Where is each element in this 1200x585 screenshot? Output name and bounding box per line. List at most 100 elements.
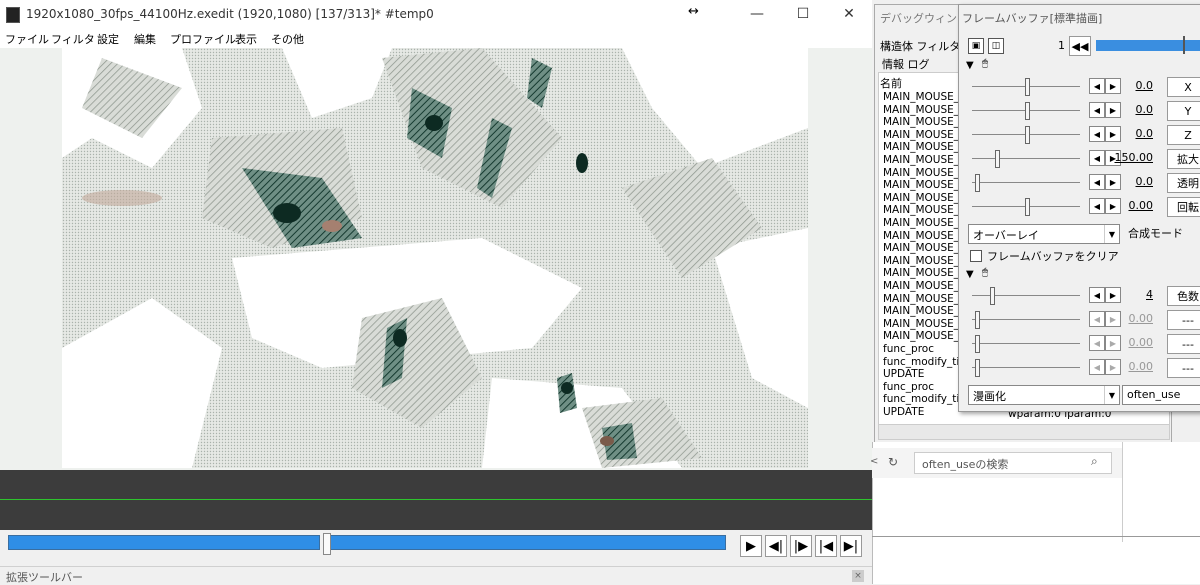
refresh-icon[interactable]: ↻ bbox=[888, 455, 898, 469]
preset-select[interactable]: often_use bbox=[1122, 385, 1200, 405]
log-line[interactable]: MAIN_MOUSE_N bbox=[883, 267, 967, 279]
effect-select[interactable]: 漫画化 ▼ bbox=[968, 385, 1120, 405]
param-value[interactable]: 0.0 bbox=[1113, 79, 1154, 92]
maximize-button[interactable]: ☐ bbox=[780, 0, 826, 28]
jump-start-button[interactable]: |◀ bbox=[815, 535, 837, 557]
log-line[interactable]: MAIN_MOUSE_N bbox=[883, 129, 967, 141]
decrement-button[interactable]: ◀ bbox=[1089, 150, 1105, 166]
param-value[interactable]: 0.0 bbox=[1113, 127, 1154, 140]
slider-thumb[interactable] bbox=[975, 311, 980, 329]
param-name-button[interactable]: 透明 bbox=[1167, 173, 1200, 193]
blend-mode-select[interactable]: オーバーレイ ▼ bbox=[968, 224, 1120, 244]
log-line[interactable]: MAIN_MOUSE_N bbox=[883, 255, 967, 267]
param-name-button[interactable]: 拡大 bbox=[1167, 149, 1200, 169]
decrement-button[interactable]: ◀ bbox=[1089, 78, 1105, 94]
decrement-button[interactable]: ◀ bbox=[1089, 359, 1105, 375]
log-line[interactable]: MAIN_MOUSE_N bbox=[883, 154, 967, 166]
decrement-button[interactable]: ◀ bbox=[1089, 126, 1105, 142]
slider-thumb[interactable] bbox=[990, 287, 995, 305]
log-line[interactable]: func_modify_titl bbox=[883, 356, 966, 368]
param-name-button[interactable]: Y bbox=[1167, 101, 1200, 121]
group-collapse-icon-2[interactable]: ▼ bbox=[966, 269, 974, 280]
clear-framebuffer-checkbox[interactable] bbox=[970, 250, 982, 262]
param-name-button[interactable]: --- bbox=[1167, 334, 1200, 354]
slider-thumb[interactable] bbox=[1025, 78, 1030, 96]
decrement-button[interactable]: ◀ bbox=[1089, 102, 1105, 118]
menu-edit[interactable]: 編集 bbox=[134, 31, 156, 47]
next-frame-button[interactable]: |▶ bbox=[790, 535, 812, 557]
menu-profile[interactable]: プロファイル bbox=[170, 31, 236, 47]
param-name-button[interactable]: --- bbox=[1167, 310, 1200, 330]
slider-thumb[interactable] bbox=[975, 359, 980, 377]
param-value[interactable]: 150.00 bbox=[1113, 151, 1154, 164]
play-button[interactable]: ▶ bbox=[740, 535, 762, 557]
log-line[interactable]: MAIN_MOUSE_N bbox=[883, 330, 967, 342]
log-line[interactable]: MAIN_MOUSE_N bbox=[883, 318, 967, 330]
slider-track[interactable] bbox=[972, 158, 1080, 159]
slider-thumb[interactable] bbox=[1025, 198, 1030, 216]
log-line[interactable]: func_modify_titl bbox=[883, 393, 966, 405]
slider-track[interactable] bbox=[972, 295, 1080, 296]
log-line[interactable]: MAIN_MOUSE_N bbox=[883, 141, 967, 153]
log-line[interactable]: MAIN_MOUSE_N bbox=[883, 242, 967, 254]
log-line[interactable]: MAIN_MOUSE_N bbox=[883, 104, 967, 116]
search-icon[interactable]: ⌕ bbox=[1091, 454, 1098, 469]
param-value[interactable]: 0.00 bbox=[1113, 312, 1154, 325]
param-name-button[interactable]: 色数 bbox=[1167, 286, 1200, 306]
param-value[interactable]: 0.00 bbox=[1113, 336, 1154, 349]
param-name-button[interactable]: --- bbox=[1167, 358, 1200, 378]
log-line[interactable]: MAIN_MOUSE_N bbox=[883, 204, 967, 216]
param-value[interactable]: 0.0 bbox=[1113, 103, 1154, 116]
decrement-button[interactable]: ◀ bbox=[1089, 335, 1105, 351]
param-value[interactable]: 0.00 bbox=[1113, 360, 1154, 373]
param-value[interactable]: 0.00 bbox=[1113, 199, 1154, 212]
jump-end-button[interactable]: ▶| bbox=[840, 535, 862, 557]
param-value[interactable]: 0.0 bbox=[1113, 175, 1154, 188]
decrement-button[interactable]: ◀ bbox=[1089, 174, 1105, 190]
log-line[interactable]: MAIN_MOUSE_N bbox=[883, 305, 967, 317]
slider-track[interactable] bbox=[972, 367, 1080, 368]
menu-view[interactable]: 表示 bbox=[235, 31, 257, 47]
log-line[interactable]: MAIN_MOUSE_N bbox=[883, 91, 967, 103]
save-icon[interactable]: ◫ bbox=[988, 38, 1004, 54]
log-line[interactable]: UPDATE bbox=[883, 368, 924, 380]
slider-thumb[interactable] bbox=[975, 335, 980, 353]
slider-track[interactable] bbox=[972, 319, 1080, 320]
debug-tab-row-2[interactable]: 情報 ログ bbox=[882, 56, 930, 72]
menu-file[interactable]: ファイル bbox=[5, 31, 49, 47]
log-line[interactable]: func_proc bbox=[883, 381, 934, 393]
slider-thumb[interactable] bbox=[1025, 126, 1030, 144]
log-line[interactable]: MAIN_MOUSE_N bbox=[883, 192, 967, 204]
log-line[interactable]: MAIN_MOUSE_N bbox=[883, 116, 967, 128]
slider-track[interactable] bbox=[972, 182, 1080, 183]
log-line[interactable]: MAIN_MOUSE_N bbox=[883, 230, 967, 242]
log-line[interactable]: func_proc bbox=[883, 343, 934, 355]
seek-bar-left[interactable] bbox=[8, 535, 320, 550]
param-name-button[interactable]: 回転 bbox=[1167, 197, 1200, 217]
decrement-button[interactable]: ◀ bbox=[1089, 311, 1105, 327]
log-line[interactable]: MAIN_MOUSE_N bbox=[883, 167, 967, 179]
graph-icon[interactable]: ▣ bbox=[968, 38, 984, 54]
group-collapse-icon[interactable]: ▼ bbox=[966, 60, 974, 71]
prev-frame-button[interactable]: ◀| bbox=[765, 535, 787, 557]
param-value[interactable]: 4 bbox=[1113, 288, 1153, 301]
back-icon[interactable]: < bbox=[870, 456, 878, 467]
log-line[interactable]: MAIN_MOUSE_N bbox=[883, 293, 967, 305]
seek-handle[interactable] bbox=[323, 533, 331, 555]
param-name-button[interactable]: Z bbox=[1167, 125, 1200, 145]
param-name-button[interactable]: X bbox=[1167, 77, 1200, 97]
debug-tab-row-1[interactable]: 構造体 フィルタ bbox=[880, 38, 960, 54]
menu-filter[interactable]: フィルタ bbox=[51, 31, 95, 47]
log-horizontal-scrollbar[interactable] bbox=[878, 424, 1170, 440]
minimize-button[interactable]: — bbox=[734, 0, 780, 28]
slider-thumb[interactable] bbox=[995, 150, 1000, 168]
log-line[interactable]: MAIN_MOUSE_N bbox=[883, 217, 967, 229]
rewind-button[interactable]: ◀◀ bbox=[1069, 36, 1091, 56]
toolbar-close-icon[interactable]: × bbox=[852, 570, 864, 582]
slider-track[interactable] bbox=[972, 343, 1080, 344]
log-line[interactable]: UPDATE bbox=[883, 406, 924, 418]
video-preview[interactable] bbox=[62, 48, 808, 468]
slider-thumb[interactable] bbox=[1025, 102, 1030, 120]
log-line[interactable]: MAIN_MOUSE_N bbox=[883, 179, 967, 191]
menu-other[interactable]: その他 bbox=[271, 31, 304, 47]
